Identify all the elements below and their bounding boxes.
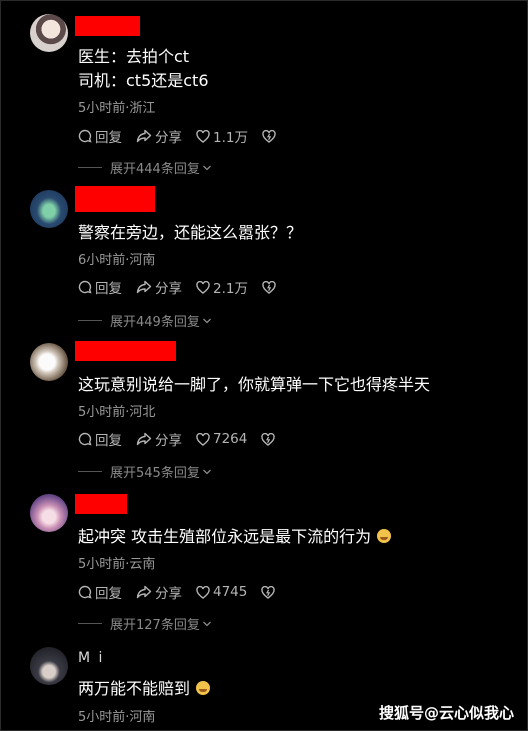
like-button[interactable]: 7264 (196, 431, 247, 447)
dislike-button[interactable] (261, 432, 278, 446)
reply-bubble-icon (78, 432, 92, 446)
comment-line: 这玩意别说给一脚了，你就算弹一下它也得疼半天 (78, 375, 431, 394)
comment-line: 警察在旁边，还能这么嚣张？？ (78, 223, 303, 242)
reply-button[interactable]: 回复 (78, 582, 122, 602)
comment-actions: 回复 分享 4745 (78, 582, 292, 602)
divider (78, 167, 102, 168)
like-count: 7264 (213, 431, 248, 447)
like-count: 1.1万 (213, 130, 248, 146)
username-redacted (75, 341, 176, 361)
comment-meta: 6小时前·河南 (78, 253, 156, 268)
reply-label: 回复 (95, 433, 122, 449)
chevron-down-icon (202, 318, 211, 323)
broken-heart-icon (261, 585, 276, 599)
share-label: 分享 (155, 130, 182, 146)
reply-button[interactable]: 回复 (78, 126, 122, 146)
share-arrow-icon (136, 129, 152, 143)
expand-replies-button[interactable]: 展开127条回复 (78, 614, 212, 633)
watermark: 搜狐号@云心似我心 (378, 704, 514, 722)
comment-actions: 回复 分享 2.1万 (78, 277, 293, 297)
broken-heart-icon (262, 280, 276, 294)
reply-button[interactable]: 回复 (78, 429, 122, 449)
heart-icon (196, 280, 210, 294)
share-button[interactable]: 分享 (136, 277, 182, 297)
divider (78, 623, 102, 624)
emoji-icon (196, 681, 211, 695)
broken-heart-icon (262, 129, 276, 143)
expand-replies-label: 展开444条回复 (110, 162, 200, 177)
comment-meta: 5小时前·河南 (78, 710, 156, 725)
username-redacted (75, 16, 140, 36)
expand-replies-label: 展开449条回复 (110, 315, 200, 330)
avatar[interactable] (30, 190, 68, 228)
share-arrow-icon (136, 280, 152, 294)
comment-actions: 回复 分享 1.1万 (78, 126, 293, 146)
expand-replies-label: 展开127条回复 (110, 618, 200, 633)
comment-actions: 回复 分享 7264 (78, 429, 292, 449)
expand-replies-button[interactable]: 展开545条回复 (78, 462, 212, 481)
comment-text: 这玩意别说给一脚了，你就算弹一下它也得疼半天 (78, 373, 430, 397)
username-redacted (75, 186, 155, 212)
share-arrow-icon (136, 585, 152, 599)
comment-line-text: 两万能不能赔到 (78, 679, 191, 698)
divider (78, 471, 102, 472)
like-count: 2.1万 (213, 281, 248, 297)
expand-replies-button[interactable]: 展开449条回复 (78, 311, 212, 330)
share-button[interactable]: 分享 (136, 582, 182, 602)
comment-text: 两万能不能赔到 (78, 677, 211, 701)
avatar[interactable] (30, 343, 68, 381)
dislike-button[interactable] (262, 129, 279, 143)
heart-icon (196, 432, 210, 446)
comment-line: 司机：ct5还是ct6 (78, 71, 209, 90)
share-button[interactable]: 分享 (136, 429, 182, 449)
reply-label: 回复 (95, 281, 122, 297)
reply-bubble-icon (78, 129, 92, 143)
divider (78, 320, 102, 321)
expand-replies-label: 展开545条回复 (110, 466, 200, 481)
like-button[interactable]: 4745 (196, 584, 247, 600)
username[interactable]: M i (78, 650, 104, 666)
share-button[interactable]: 分享 (136, 126, 182, 146)
comment-meta: 5小时前·云南 (78, 557, 156, 572)
comment-text: 警察在旁边，还能这么嚣张？？ (78, 221, 302, 245)
avatar[interactable] (30, 494, 68, 532)
comment-line: 两万能不能赔到 (78, 677, 211, 701)
like-button[interactable]: 1.1万 (196, 126, 248, 146)
chevron-down-icon (202, 165, 211, 170)
comment-line: 起冲突 攻击生殖部位永远是最下流的行为 (78, 525, 392, 549)
reply-bubble-icon (78, 280, 92, 294)
share-arrow-icon (136, 432, 152, 446)
share-label: 分享 (155, 281, 182, 297)
broken-heart-icon (261, 432, 276, 446)
comment-line: 医生：去拍个ct (78, 47, 190, 66)
dislike-button[interactable] (261, 585, 278, 599)
comment-line-text: 起冲突 攻击生殖部位永远是最下流的行为 (78, 527, 372, 546)
comment-meta: 5小时前·河北 (78, 405, 156, 420)
comment-text: 医生：去拍个ct 司机：ct5还是ct6 (78, 45, 209, 93)
expand-replies-button[interactable]: 展开444条回复 (78, 158, 212, 177)
avatar[interactable] (30, 647, 68, 685)
heart-icon (196, 585, 210, 599)
reply-button[interactable]: 回复 (78, 277, 122, 297)
smile-emoji-icon (377, 529, 392, 543)
like-count: 4745 (213, 584, 248, 600)
reply-label: 回复 (95, 130, 122, 146)
avatar[interactable] (30, 14, 68, 52)
dislike-button[interactable] (262, 280, 279, 294)
reply-bubble-icon (78, 585, 92, 599)
comment-meta: 5小时前·浙江 (78, 101, 156, 116)
share-label: 分享 (155, 586, 182, 602)
username-redacted (75, 494, 127, 514)
chevron-down-icon (202, 621, 211, 626)
share-label: 分享 (155, 433, 182, 449)
heart-icon (196, 129, 210, 143)
comment-text: 起冲突 攻击生殖部位永远是最下流的行为 (78, 525, 392, 549)
like-button[interactable]: 2.1万 (196, 277, 248, 297)
reply-label: 回复 (95, 586, 122, 602)
chevron-down-icon (202, 469, 211, 474)
